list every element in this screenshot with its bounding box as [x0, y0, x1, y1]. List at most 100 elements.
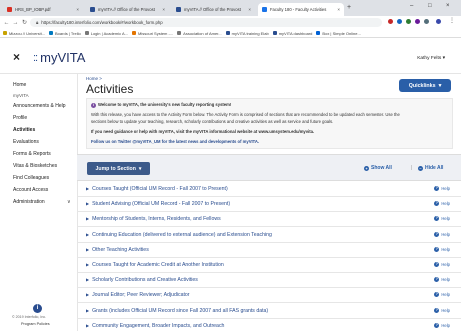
- chevron-down-icon[interactable]: ∨: [67, 199, 71, 205]
- browser-tab[interactable]: HRS_BP_IOBP.pdf ×: [3, 3, 83, 16]
- section-toggle[interactable]: ▶ Journal Editor; Peer Reviewer; Adjudica…: [86, 292, 190, 298]
- help-link[interactable]: ? Help: [434, 201, 450, 207]
- help-link[interactable]: ? Help: [434, 231, 450, 237]
- section-row[interactable]: ▶ Continuing Education (delivered to exte…: [77, 227, 461, 243]
- sidebar-item-account-access[interactable]: Account Access: [13, 187, 48, 193]
- minimize-button[interactable]: –: [410, 3, 413, 9]
- section-toggle[interactable]: ▶ Continuing Education (delivered to exte…: [86, 232, 272, 238]
- help-link[interactable]: ? Help: [434, 186, 450, 191]
- kebab-menu-icon[interactable]: ⋮: [449, 17, 455, 24]
- new-tab-button[interactable]: +: [347, 4, 351, 11]
- expand-triangle-icon: ▶: [86, 246, 90, 252]
- extension-icon[interactable]: [415, 19, 420, 24]
- section-row[interactable]: ▶ Community Engagement, Broader Impacts, …: [77, 318, 461, 331]
- close-tab-icon[interactable]: ×: [334, 7, 340, 12]
- bookmark-item[interactable]: myVITA dashboard: [272, 31, 312, 36]
- chevron-down-icon: ▾: [442, 56, 445, 61]
- profile-avatar-icon[interactable]: [436, 19, 441, 24]
- sidebar: Home myVITA Announcements & Help Profile…: [0, 74, 78, 331]
- browser-tab-active[interactable]: Faculty 180 - Faculty Activities ×: [258, 3, 344, 16]
- sidebar-item-evaluations[interactable]: Evaluations: [13, 139, 39, 145]
- bookmark-favicon-icon: [272, 31, 277, 35]
- close-window-button[interactable]: ×: [446, 3, 450, 9]
- breadcrumb[interactable]: Home >: [86, 76, 102, 81]
- info-icon: i: [91, 103, 96, 108]
- chevron-down-icon: ▾: [438, 82, 442, 89]
- section-toggle[interactable]: ▶ Grants (includes Official UM Record sin…: [86, 308, 268, 314]
- logo-mark-icon: ::: [33, 51, 38, 64]
- section-toggle[interactable]: ▶ Mentorship of Students, Interns, Reside…: [86, 216, 221, 222]
- app-header: × :: myVITA Kathy Felts ▾: [0, 38, 461, 74]
- extension-icon[interactable]: [424, 19, 429, 24]
- show-all-button[interactable]: + Show All: [364, 165, 392, 171]
- twitter-line[interactable]: Follow us on Twitter @myVITA_UM for the …: [91, 139, 259, 144]
- section-row[interactable]: ▶ Other Teaching Activities ? Help: [77, 242, 461, 258]
- section-row[interactable]: ▶ Scholarly Contributions and Creative Ac…: [77, 272, 461, 289]
- close-tab-icon[interactable]: ×: [159, 7, 165, 12]
- bookmark-item[interactable]: Boards | Trello: [49, 31, 81, 36]
- section-row[interactable]: ▶ Courses Taught for Academic Credit at A…: [77, 257, 461, 273]
- help-link[interactable]: ? Help: [434, 322, 450, 328]
- help-link[interactable]: ? Help: [434, 262, 450, 267]
- bookmark-item[interactable]: Mizzou // Universit...: [3, 31, 45, 36]
- sidebar-item-profile[interactable]: Profile: [13, 115, 27, 121]
- jump-to-section-button[interactable]: Jump to Section ▾: [87, 162, 150, 175]
- welcome-panel: i Welcome to myVITA, the university's new…: [86, 98, 453, 149]
- section-toggle[interactable]: ▶ Community Engagement, Broader Impacts, …: [86, 323, 224, 329]
- expand-triangle-icon: ▶: [86, 277, 90, 283]
- quicklinks-button[interactable]: Quicklinks ▾: [399, 79, 451, 92]
- bookmark-item[interactable]: myVITA training Elab: [225, 31, 269, 36]
- section-title: Scholarly Contributions and Creative Act…: [92, 277, 198, 284]
- user-menu[interactable]: Kathy Felts ▾: [417, 56, 445, 61]
- sidebar-item-find-colleagues[interactable]: Find Colleagues: [13, 175, 49, 181]
- sidebar-item-activities[interactable]: Activities: [13, 127, 35, 133]
- close-menu-icon[interactable]: ×: [13, 50, 20, 64]
- section-toggle[interactable]: ▶ Scholarly Contributions and Creative Ac…: [86, 277, 198, 283]
- extension-icon[interactable]: [388, 19, 393, 24]
- help-link[interactable]: ? Help: [434, 277, 450, 283]
- info-icon[interactable]: i: [33, 304, 42, 313]
- reload-icon[interactable]: ↻: [20, 19, 29, 26]
- expand-triangle-icon: ▶: [86, 216, 90, 222]
- back-icon[interactable]: ←: [2, 20, 11, 26]
- help-link[interactable]: ? Help: [434, 292, 450, 298]
- program-policies-link[interactable]: Program Policies: [21, 322, 50, 326]
- help-line[interactable]: If you need guidance or help with myVITA…: [91, 129, 314, 134]
- url-field[interactable]: 🔒︎ https://faculty180.interfolio.com/wor…: [30, 18, 382, 27]
- close-tab-icon[interactable]: ×: [73, 7, 79, 12]
- section-row[interactable]: ▶ Mentorship of Students, Interns, Reside…: [77, 211, 461, 228]
- hide-all-button[interactable]: − Hide All: [418, 165, 443, 171]
- toolbar-separator: |: [411, 165, 413, 171]
- sidebar-item-home[interactable]: Home: [13, 82, 26, 88]
- sidebar-item-administration[interactable]: Administration: [13, 199, 45, 205]
- myvita-logo[interactable]: :: myVITA: [33, 50, 85, 65]
- bookmark-favicon-icon: [84, 31, 89, 35]
- section-toggle[interactable]: ▶ Courses Taught for Academic Credit at A…: [86, 262, 224, 268]
- help-link[interactable]: ? Help: [434, 216, 450, 222]
- help-link[interactable]: ? Help: [434, 307, 450, 313]
- browser-tab[interactable]: myVITA // Office of the Provost ×: [172, 3, 255, 16]
- section-row[interactable]: ▶ Grants (includes Official UM Record sin…: [77, 303, 461, 319]
- extension-icon[interactable]: [397, 19, 402, 24]
- help-link[interactable]: ? Help: [434, 246, 450, 252]
- bookmark-item[interactable]: Missouri System -...: [132, 31, 173, 36]
- maximize-button[interactable]: □: [428, 3, 432, 9]
- browser-tab[interactable]: myVITA // Office of the Provost ×: [86, 3, 169, 16]
- close-tab-icon[interactable]: ×: [245, 7, 251, 12]
- bookmark-item[interactable]: Association of Amer...: [177, 31, 222, 36]
- forward-icon[interactable]: →: [11, 20, 20, 26]
- section-toggle[interactable]: ▶ Student Advising (Official UM Record - …: [86, 201, 230, 207]
- section-toggle[interactable]: ▶ Courses Taught (Official UM Record - Fa…: [86, 186, 228, 192]
- section-row[interactable]: ▶ Student Advising (Official UM Record - …: [77, 196, 461, 213]
- sidebar-item-announcements[interactable]: Announcements & Help: [13, 103, 66, 109]
- bookmark-item[interactable]: Login | Academic A...: [84, 31, 128, 36]
- bookmark-item[interactable]: Box | Simple Online...: [316, 31, 361, 36]
- section-toggle[interactable]: ▶ Other Teaching Activities: [86, 247, 149, 253]
- sidebar-item-vitas[interactable]: Vitas & Biosketches: [13, 163, 57, 169]
- help-icon: ?: [434, 277, 440, 283]
- help-icon: ?: [434, 307, 440, 313]
- extension-icon[interactable]: [406, 19, 411, 24]
- section-row[interactable]: ▶ Courses Taught (Official UM Record - Fa…: [77, 181, 461, 197]
- sidebar-item-forms-reports[interactable]: Forms & Reports: [13, 151, 51, 157]
- section-row[interactable]: ▶ Journal Editor; Peer Reviewer; Adjudica…: [77, 287, 461, 304]
